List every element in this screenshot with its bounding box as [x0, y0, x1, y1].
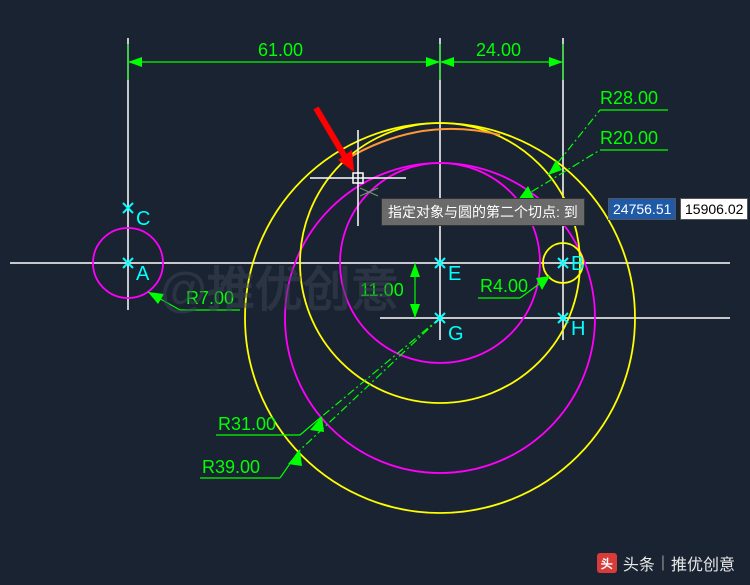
- label-C: C: [136, 208, 150, 230]
- snap-marker: [360, 188, 378, 196]
- leader-r20: R20.00: [518, 128, 668, 200]
- footer-icon: 头: [597, 553, 617, 573]
- footer-brand: 头 头条 | 推优创意: [597, 551, 735, 575]
- cad-canvas[interactable]: 61.00 24.00 11.00 R28.00 R20.00 R7.00: [0, 0, 750, 585]
- label-G: G: [448, 323, 464, 345]
- footer-name: 推优创意: [671, 551, 735, 575]
- command-tooltip: 指定对象与圆的第二个切点: 到: [381, 198, 585, 226]
- svg-text:R7.00: R7.00: [186, 288, 234, 308]
- svg-text:11.00: 11.00: [360, 280, 404, 300]
- svg-text:R28.00: R28.00: [600, 88, 658, 108]
- coord-input-x[interactable]: 24756.51: [608, 198, 676, 220]
- leader-r31: R31.00: [216, 318, 440, 435]
- coord-input-y[interactable]: 15906.02: [680, 198, 748, 220]
- label-H: H: [571, 318, 585, 340]
- svg-text:R4.00: R4.00: [480, 276, 528, 296]
- dim-11: 11.00: [360, 263, 420, 318]
- leader-r4: R4.00: [478, 276, 550, 298]
- svg-text:R31.00: R31.00: [218, 414, 276, 434]
- leader-r7: R7.00: [148, 288, 240, 310]
- footer-prefix: 头条: [623, 551, 655, 575]
- label-B: B: [571, 253, 584, 275]
- svg-text:R39.00: R39.00: [202, 457, 260, 477]
- label-A: A: [136, 263, 150, 285]
- svg-text:R20.00: R20.00: [600, 128, 658, 148]
- label-E: E: [448, 263, 461, 285]
- dim-61: 61.00: [128, 40, 440, 80]
- dim-24: 24.00: [440, 40, 563, 80]
- svg-text:61.00: 61.00: [258, 40, 303, 60]
- arc-tangent: [345, 129, 500, 160]
- svg-text:24.00: 24.00: [476, 40, 521, 60]
